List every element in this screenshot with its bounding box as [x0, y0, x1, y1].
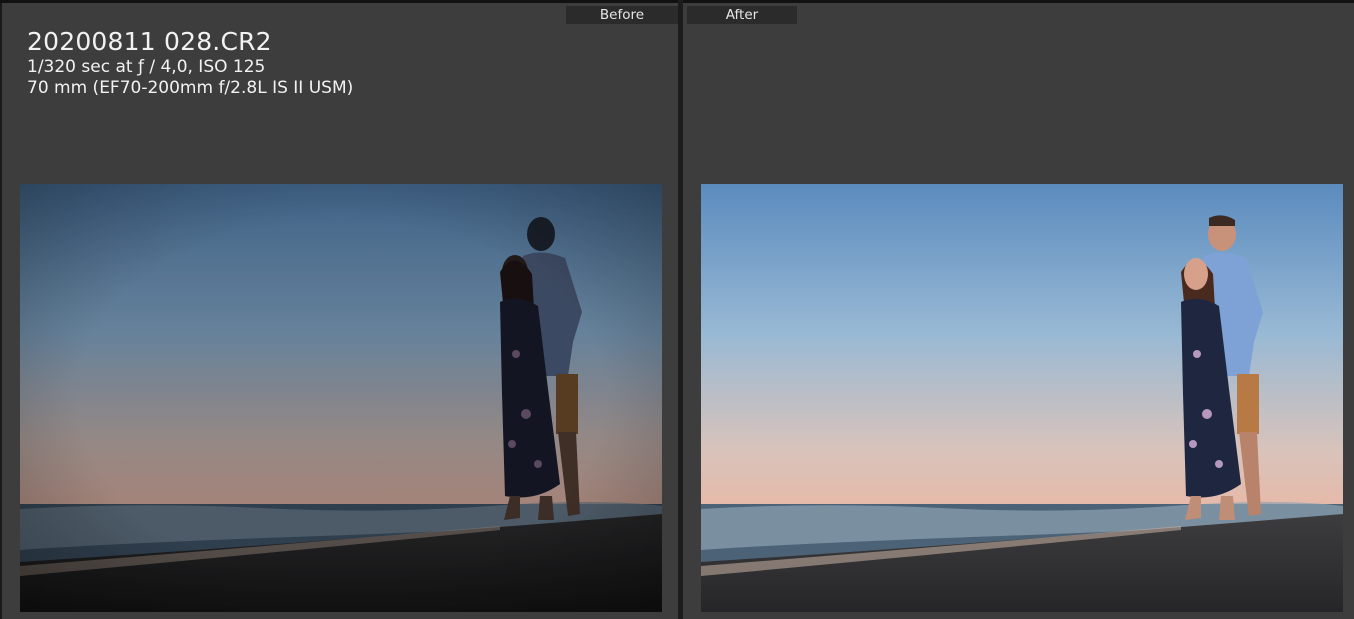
photo-exposure: 1/320 sec at ƒ / 4,0, ISO 125 — [27, 57, 266, 77]
before-photo-image — [20, 184, 662, 612]
photo-filename: 20200811 028.CR2 — [27, 27, 272, 56]
before-photo[interactable] — [20, 184, 662, 612]
after-photo-image — [701, 184, 1343, 612]
before-panel[interactable]: Before 20200811 028.CR2 1/320 sec at ƒ /… — [2, 3, 678, 619]
after-photo[interactable] — [701, 184, 1343, 612]
photo-info-overlay: 20200811 028.CR2 1/320 sec at ƒ / 4,0, I… — [27, 27, 353, 99]
before-label: Before — [566, 6, 678, 24]
after-panel[interactable]: After — [683, 3, 1354, 619]
photo-lens: 70 mm (EF70-200mm f/2.8L IS II USM) — [27, 78, 354, 98]
after-label: After — [687, 6, 797, 24]
